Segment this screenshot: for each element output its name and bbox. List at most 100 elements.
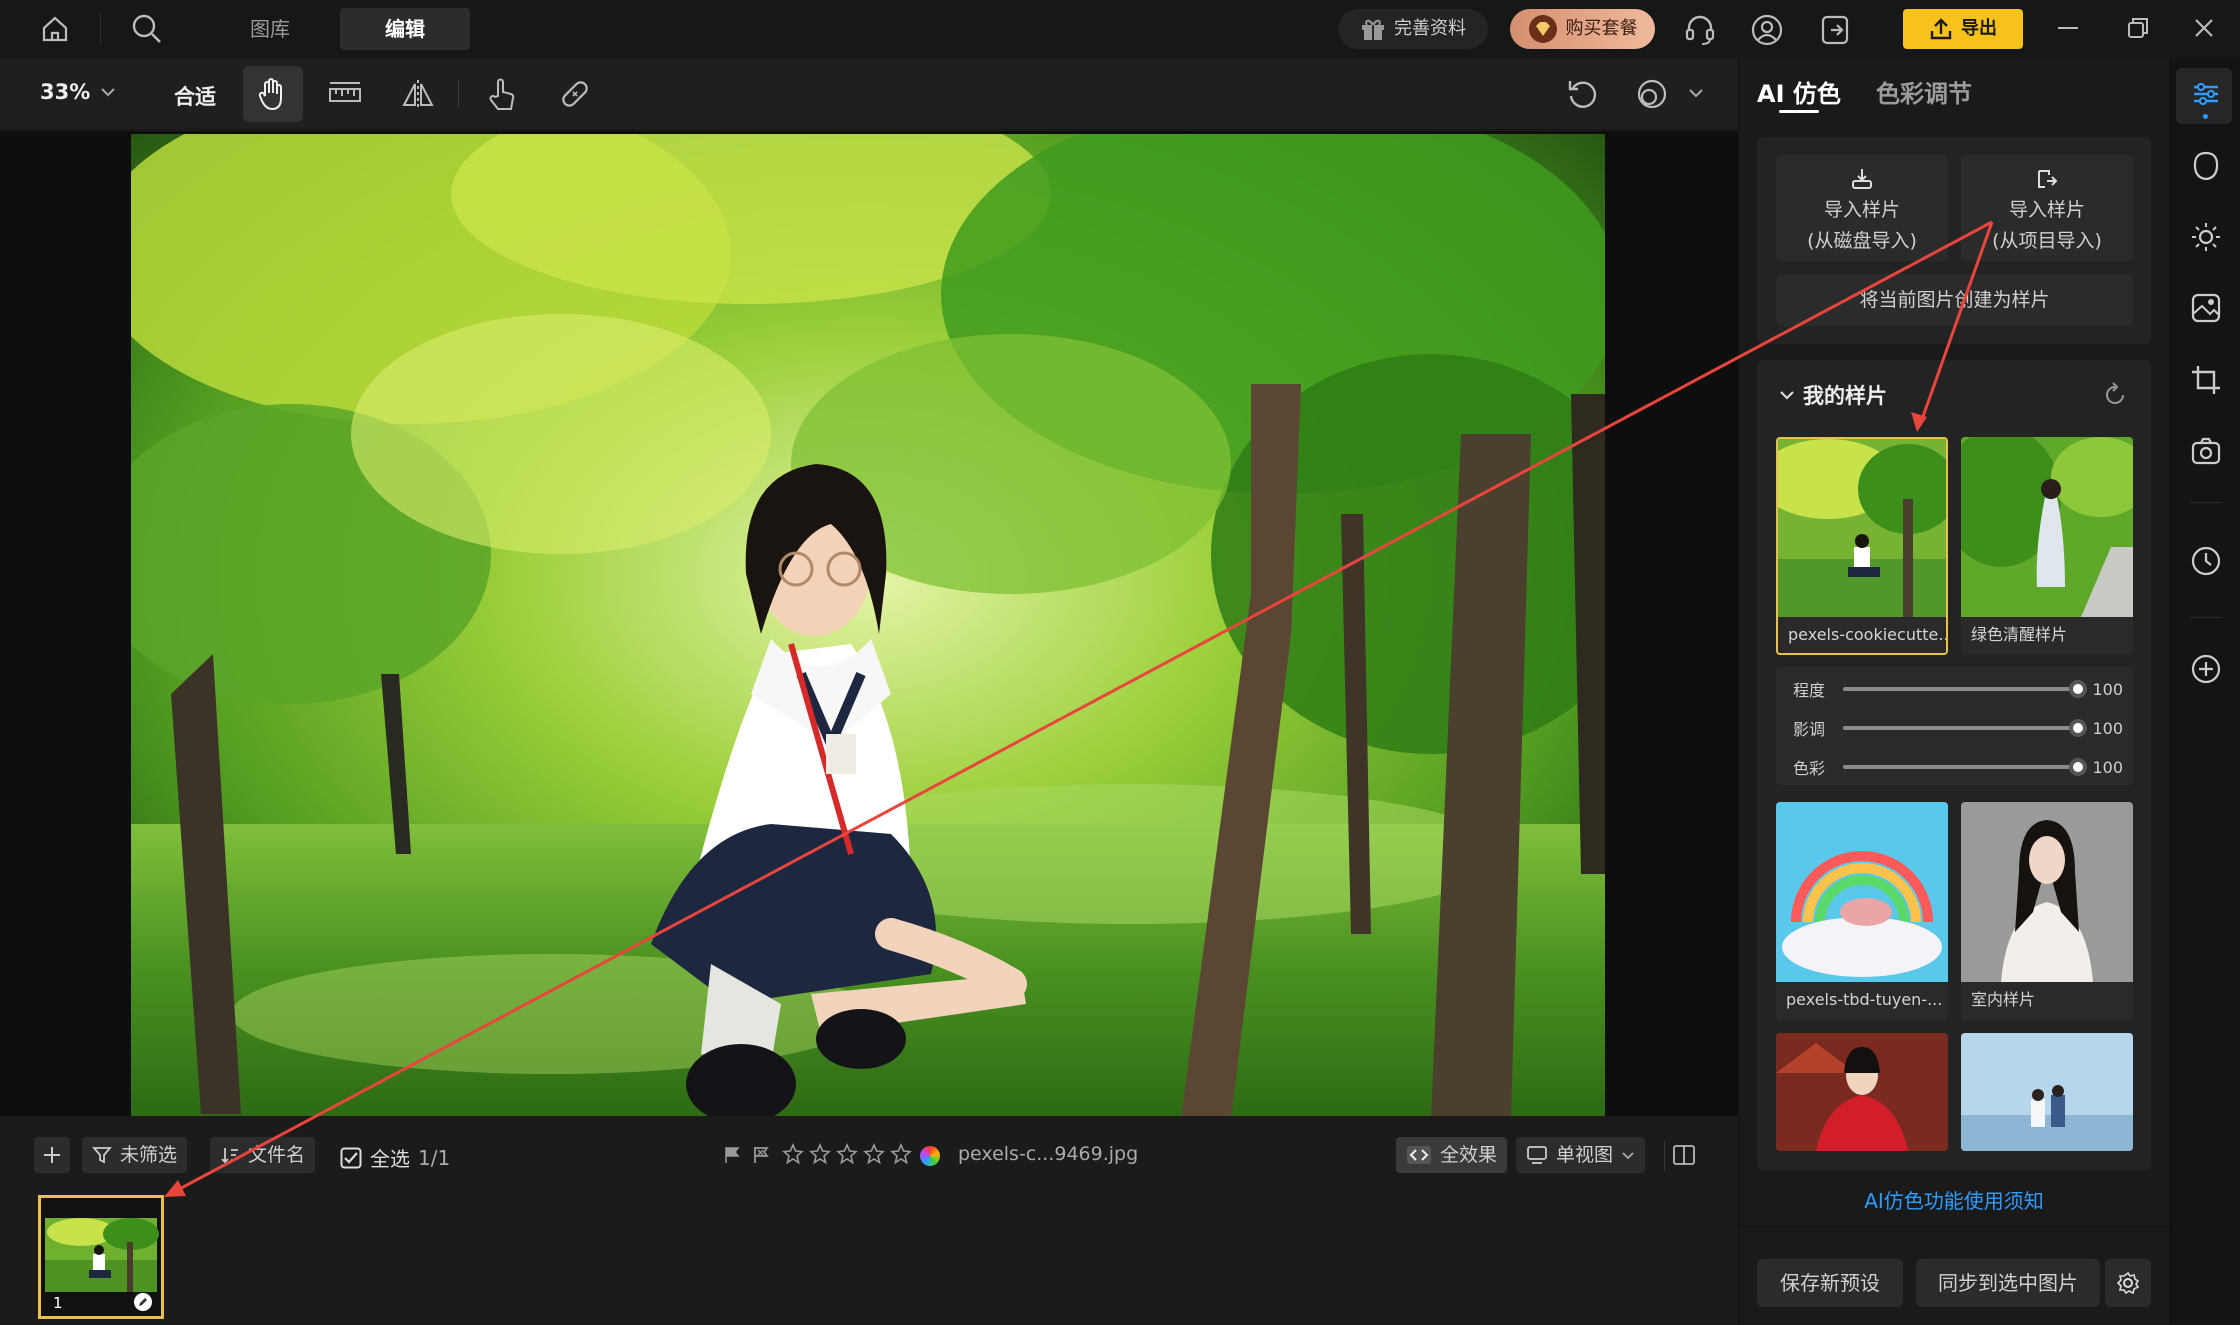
fit-button[interactable]: 合适 xyxy=(174,81,216,111)
funnel-icon xyxy=(92,1147,112,1164)
star-icon[interactable] xyxy=(782,1143,804,1165)
tab-ai-color[interactable]: AI 仿色 xyxy=(1757,74,1841,109)
history-icon[interactable] xyxy=(2190,545,2222,577)
compare-button[interactable] xyxy=(1622,66,1682,122)
restore-icon[interactable] xyxy=(2127,17,2149,39)
sign-out-icon[interactable] xyxy=(1818,13,1852,47)
tab-edit[interactable]: 编辑 xyxy=(340,8,470,50)
rotate-reset-button[interactable] xyxy=(1553,66,1613,122)
top-bar: 图库 编辑 完善资料 购买套餐 导出 xyxy=(0,0,2240,58)
face-retouch-icon[interactable] xyxy=(2190,150,2222,182)
upload-icon xyxy=(1930,18,1952,40)
chevron-down-icon xyxy=(1622,1151,1634,1159)
sort-button[interactable]: 文件名 xyxy=(210,1137,316,1173)
import-project-line1: 导入样片 xyxy=(2008,199,2085,221)
home-icon[interactable] xyxy=(40,14,70,44)
checkbox-icon xyxy=(340,1147,362,1168)
star-icon[interactable] xyxy=(836,1143,858,1165)
select-all-checkbox[interactable]: 全选 1/1 xyxy=(340,1143,450,1172)
rotate-icon xyxy=(1568,81,1597,108)
search-icon[interactable] xyxy=(130,12,164,46)
buy-package-button[interactable]: 购买套餐 xyxy=(1510,9,1655,49)
my-samples-header[interactable]: 我的样片 xyxy=(1779,380,1887,410)
tone-label: 影调 xyxy=(1793,720,1826,739)
sample-card[interactable]: 绿色清醒样片 xyxy=(1961,437,2133,655)
add-image-button[interactable] xyxy=(34,1137,70,1173)
disk-import-icon xyxy=(1852,169,1872,189)
camera-icon[interactable] xyxy=(2190,435,2222,467)
sync-selected-button[interactable]: 同步到选中图片 xyxy=(1916,1259,2100,1307)
diamond-icon xyxy=(1528,15,1557,43)
sort-label: 文件名 xyxy=(248,1144,306,1166)
zoom-select[interactable]: 33% xyxy=(40,80,116,104)
import-disk-line1: 导入样片 xyxy=(1823,199,1900,221)
sample-caption: pexels-tbd-tuyen-... xyxy=(1786,990,1943,1009)
monitor-icon xyxy=(1527,1146,1547,1164)
save-preset-button[interactable]: 保存新预设 xyxy=(1757,1259,1903,1307)
minimize-icon[interactable] xyxy=(2058,27,2078,29)
sample-caption: 室内样片 xyxy=(1971,990,2036,1009)
intensity-slider[interactable]: 程度 100 xyxy=(1793,679,2123,701)
ruler-tool[interactable] xyxy=(315,66,375,122)
sample-card[interactable] xyxy=(1961,1033,2133,1151)
image-adjust-icon[interactable] xyxy=(2190,292,2222,324)
user-icon[interactable] xyxy=(1750,13,1784,47)
sample-card[interactable]: pexels-cookiecutte... xyxy=(1776,437,1948,655)
settings-button[interactable] xyxy=(2105,1259,2151,1307)
import-project-line2: (从项目导入) xyxy=(1992,230,2102,252)
create-sample-button[interactable]: 将当前图片创建为样片 xyxy=(1776,274,2133,326)
touch-tool[interactable] xyxy=(472,66,532,122)
export-button[interactable]: 导出 xyxy=(1903,9,2023,49)
active-dot xyxy=(2203,114,2208,119)
star-icon[interactable] xyxy=(863,1143,885,1165)
reject-flag-icon[interactable] xyxy=(752,1146,770,1164)
select-all-label: 全选 xyxy=(370,1147,410,1171)
sun-icon[interactable] xyxy=(2190,221,2222,253)
color-slider[interactable]: 色彩 100 xyxy=(1793,757,2123,779)
close-icon[interactable] xyxy=(2193,17,2215,39)
slider-knob[interactable] xyxy=(2069,719,2088,737)
split-view-icon[interactable] xyxy=(1672,1144,1696,1166)
crop-icon[interactable] xyxy=(2190,364,2222,396)
import-disk-line2: (从磁盘导入) xyxy=(1807,230,1917,252)
hand-tool[interactable] xyxy=(243,66,303,122)
chevron-down-icon[interactable] xyxy=(1688,88,1704,98)
adjust-sliders-icon[interactable] xyxy=(2190,78,2222,110)
tone-slider[interactable]: 影调 100 xyxy=(1793,718,2123,740)
star-icon[interactable] xyxy=(890,1143,912,1165)
image-canvas[interactable] xyxy=(0,131,1738,1118)
sample-card[interactable]: 室内样片 xyxy=(1961,802,2133,1020)
color-label-icon[interactable] xyxy=(920,1146,940,1166)
sample-card[interactable] xyxy=(1776,1033,1948,1151)
import-from-disk-button[interactable]: 导入样片 (从磁盘导入) xyxy=(1776,155,1948,261)
filter-button[interactable]: 未筛选 xyxy=(82,1137,188,1173)
tab-active-underline xyxy=(1779,110,1819,113)
zoom-value: 33% xyxy=(40,80,91,104)
star-rating[interactable] xyxy=(782,1143,912,1165)
refresh-icon[interactable] xyxy=(2102,382,2128,408)
flip-tool[interactable] xyxy=(388,66,448,122)
slider-knob[interactable] xyxy=(2069,680,2088,698)
single-view-label: 单视图 xyxy=(1556,1144,1614,1166)
import-from-project-button[interactable]: 导入样片 (从项目导入) xyxy=(1961,155,2133,261)
export-label: 导出 xyxy=(1961,18,1997,39)
selection-count: 1/1 xyxy=(418,1145,451,1170)
ai-notice-link[interactable]: AI仿色功能使用须知 xyxy=(1757,1185,2151,1214)
star-icon[interactable] xyxy=(809,1143,831,1165)
flag-icon[interactable] xyxy=(723,1146,741,1164)
filmstrip-thumbnail[interactable]: 1 xyxy=(38,1195,164,1319)
single-view-button[interactable]: 单视图 xyxy=(1516,1137,1646,1173)
gift-icon xyxy=(1362,19,1384,40)
tab-library[interactable]: 图库 xyxy=(230,8,310,50)
headset-icon[interactable] xyxy=(1683,13,1717,47)
all-effects-button[interactable]: 全效果 xyxy=(1396,1137,1508,1173)
hand-icon xyxy=(258,78,282,111)
chevron-down-icon xyxy=(1780,391,1794,400)
add-tool-icon[interactable] xyxy=(2190,653,2222,685)
tone-value: 100 xyxy=(2092,718,2123,738)
sample-card[interactable]: pexels-tbd-tuyen-... xyxy=(1776,802,1948,1020)
slider-knob[interactable] xyxy=(2069,758,2088,776)
heal-tool[interactable] xyxy=(545,66,605,122)
complete-profile-button[interactable]: 完善资料 xyxy=(1338,9,1488,49)
tab-color-adjust[interactable]: 色彩调节 xyxy=(1876,74,1972,109)
